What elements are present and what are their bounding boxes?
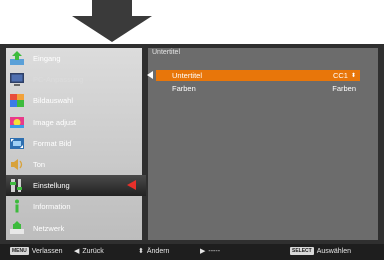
pc-adjust-icon: [8, 72, 26, 88]
menu-item-einstellung[interactable]: Einstellung: [6, 175, 146, 197]
settings-icon: [8, 178, 26, 194]
submenu-row-value: CC1: [332, 71, 348, 80]
menu-item-bildauswahl[interactable]: Bildauswahl: [6, 90, 142, 111]
menu-item-label: Format Bild: [33, 138, 72, 148]
status-select: SELECT Auswählen: [290, 247, 351, 255]
submenu-row-farben[interactable]: Farben Farben: [156, 83, 360, 94]
up-down-arrow-icon: ⬍: [350, 72, 356, 79]
down-arrow-icon: [72, 0, 152, 42]
menu-item-label: Image adjust: [33, 117, 76, 127]
menu-item-ton[interactable]: Ton: [6, 154, 142, 175]
menu-item-netzwerk[interactable]: Netzwerk: [6, 218, 142, 239]
menu-item-eingang[interactable]: Eingang: [6, 48, 142, 69]
right-arrow-icon: ▶: [200, 248, 206, 255]
status-next: ▶ -----: [200, 247, 221, 256]
image-adjust-icon: [8, 114, 26, 130]
select-label: Auswählen: [316, 247, 351, 255]
network-icon: [8, 220, 26, 236]
menu-item-label: Bildauswahl: [33, 96, 74, 106]
menu-item-label: Ton: [33, 160, 46, 170]
status-change: ⬍ Ändern: [138, 247, 170, 256]
submenu-title: Untertitel: [152, 49, 181, 56]
menu-item-pc-anpassung[interactable]: PC-Anpassung: [6, 69, 142, 90]
image-select-icon: [8, 93, 26, 109]
status-back: ◀ Zurück: [74, 247, 104, 256]
submenu-row-label: Untertitel: [172, 71, 203, 80]
menu-key-badge: MENU: [10, 247, 29, 255]
menu-item-label: PC-Anpassung: [33, 75, 84, 85]
menu-item-image-adjust[interactable]: Image adjust: [6, 112, 142, 133]
left-arrow-icon: ◀: [74, 248, 80, 255]
submenu-panel: Untertitel Untertitel CC1 ⬍ Farben Farbe…: [147, 48, 378, 240]
back-label: Zurück: [82, 247, 104, 255]
next-label: -----: [208, 247, 221, 255]
information-icon: [8, 199, 26, 215]
osd-menu: Eingang PC-Anpassung Bildauswahl Image a…: [0, 44, 384, 244]
menu-item-label: Einstellung: [33, 181, 70, 191]
menu-item-format-bild[interactable]: Format Bild: [6, 133, 142, 154]
submenu-row-value: Farben: [332, 84, 356, 93]
menu-item-information[interactable]: Information: [6, 196, 142, 217]
menu-item-label: Eingang: [33, 54, 61, 64]
select-key-badge: SELECT: [290, 247, 314, 255]
screen-format-icon: [8, 135, 26, 151]
exit-label: Verlassen: [31, 247, 63, 255]
submenu-row-untertitel[interactable]: Untertitel CC1 ⬍: [147, 70, 360, 81]
left-arrow-icon: [147, 71, 153, 79]
status-bar: MENU Verlassen ◀ Zurück ⬍ Ändern ▶ -----…: [0, 244, 384, 260]
main-menu-panel: Eingang PC-Anpassung Bildauswahl Image a…: [6, 48, 146, 240]
menu-item-label: Netzwerk: [33, 223, 65, 233]
change-label: Ändern: [146, 247, 170, 255]
selection-arrow-icon: [127, 180, 136, 191]
up-down-arrow-icon: ⬍: [138, 248, 144, 255]
submenu-row-label: Farben: [172, 84, 196, 93]
input-icon: [8, 51, 26, 67]
sound-icon: [8, 157, 26, 173]
menu-item-label: Information: [33, 202, 71, 212]
status-exit: MENU Verlassen: [10, 247, 62, 255]
